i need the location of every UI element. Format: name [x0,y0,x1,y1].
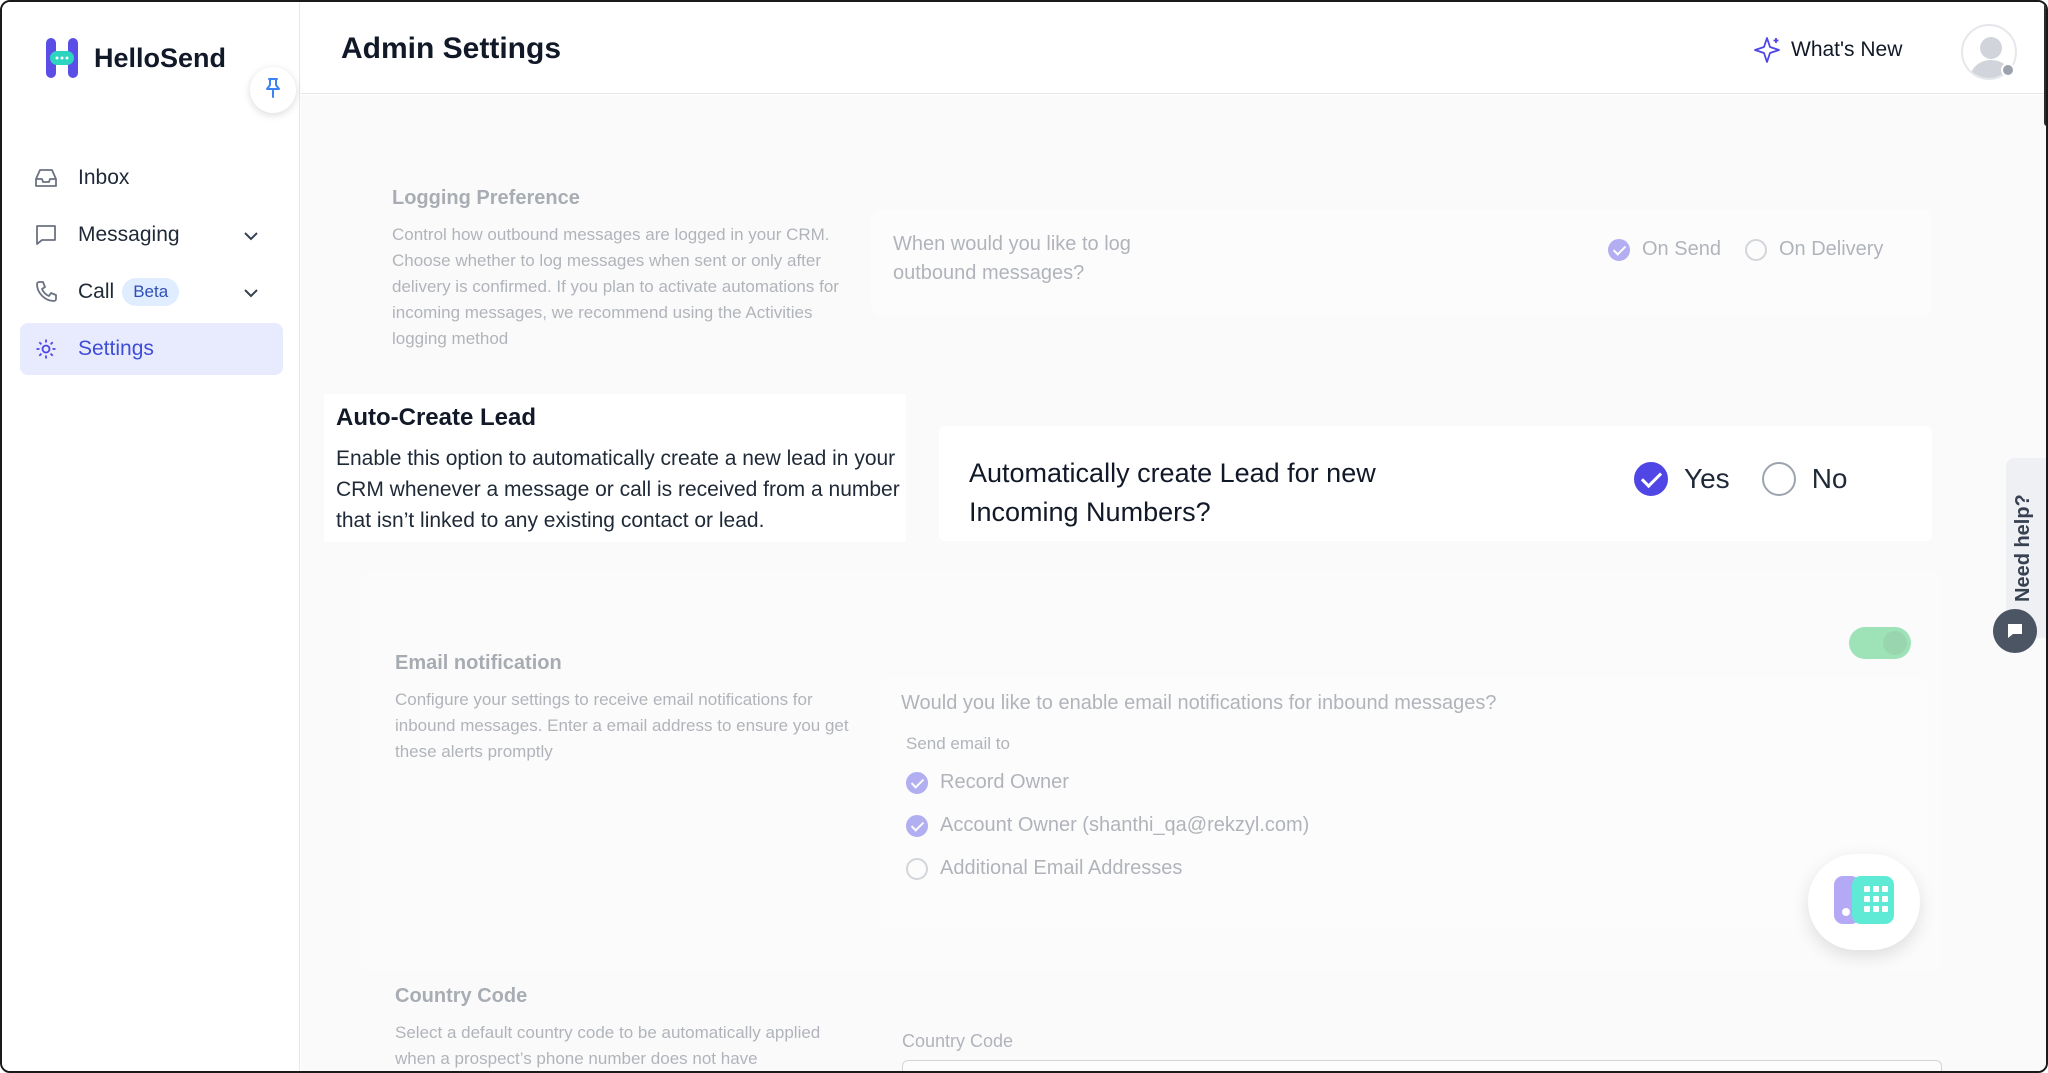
page-title: Admin Settings [341,32,562,65]
radio-label: On Send [1642,238,1721,260]
whats-new-label: What's New [1791,38,1903,61]
app-name: HelloSend [94,42,227,73]
whats-new-button[interactable]: What's New [1753,36,1902,64]
presence-status-dot [2001,63,2015,77]
auto-lead-card: Automatically create Lead for new Incomi… [939,426,1932,541]
recipient-record-owner[interactable]: Record Owner [906,771,1069,794]
sidebar: HelloSend Inbox Messaging Call Beta Sett… [2,2,300,1071]
app-window: HelloSend Inbox Messaging Call Beta Sett… [0,0,2048,1073]
inbox-icon [34,166,58,190]
sidebar-item-settings[interactable]: Settings [20,323,283,375]
send-to-label: Send email to [906,734,1010,753]
country-code-select[interactable] [902,1060,1942,1071]
on-delivery-radio[interactable]: On Delivery [1744,238,1884,261]
radio-unchecked-icon [1744,238,1767,261]
recipient-label: Additional Email Addresses [940,857,1183,879]
dialer-fab-button[interactable] [1808,854,1920,950]
yes-radio[interactable]: Yes [1634,462,1730,496]
radio-unchecked-icon [1761,462,1796,496]
recipient-label: Account Owner (shanthi_qa@rekzyl.com) [940,814,1310,836]
section-description: Enable this option to automatically crea… [336,447,900,532]
radio-label: No [1811,463,1848,494]
checkbox-unchecked-icon [906,857,928,880]
country-code-label: Country Code [902,1031,1014,1051]
section-description: Select a default country code to be auto… [395,1023,821,1068]
sidebar-item-label: Call [78,280,115,303]
sidebar-item-inbox[interactable]: Inbox [20,152,283,204]
settings-content: Logging Preference Control how outbound … [301,95,2046,1071]
section-description: Configure your settings to receive email… [395,690,849,761]
brand[interactable]: HelloSend [44,36,226,80]
chat-bubble-icon[interactable] [1993,609,2037,653]
auto-lead-question: Automatically create Lead for new Incomi… [969,458,1376,527]
recipient-label: Record Owner [940,771,1069,793]
sidebar-nav: Inbox Messaging Call Beta Settings [20,152,283,380]
chevron-down-icon[interactable] [243,223,259,247]
radio-checked-icon [1608,238,1630,261]
email-notification-toggle[interactable] [1849,627,1911,659]
logging-options: On Send On Delivery [1608,238,1883,261]
dialpad-icon [1832,874,1896,931]
message-icon [34,223,58,247]
need-help-label: Need help? [2012,494,2034,602]
section-title: Auto-Create Lead [336,404,537,431]
phone-icon [34,280,58,304]
recipient-account-owner[interactable]: Account Owner (shanthi_qa@rekzyl.com) [906,814,1309,837]
radio-checked-icon [1634,462,1668,496]
top-header: Admin Settings What's New [301,2,2046,94]
on-send-radio[interactable]: On Send [1608,238,1721,261]
hellosend-logo-icon [44,36,80,80]
pin-icon [263,77,283,104]
sidebar-item-messaging[interactable]: Messaging [20,209,283,261]
no-radio[interactable]: No [1761,462,1848,496]
logging-card: When would you like to log outbound mess… [871,210,1931,315]
sidebar-item-label: Inbox [78,166,130,189]
radio-label: Yes [1684,463,1730,494]
pin-sidebar-button[interactable] [250,67,296,113]
radio-label: On Delivery [1778,238,1884,260]
email-question: Would you like to enable email notificat… [901,692,1497,714]
sidebar-item-label: Messaging [78,223,180,246]
logging-question: When would you like to log outbound mess… [893,233,1131,284]
email-card: Would you like to enable email notificat… [879,678,1929,928]
sidebar-item-call[interactable]: Call Beta [20,266,283,318]
sidebar-item-label: Settings [78,337,154,360]
recipient-additional-emails[interactable]: Additional Email Addresses [906,857,1182,880]
scrollbar[interactable] [2044,2,2046,126]
gear-icon [34,337,58,361]
section-description: Control how outbound messages are logged… [392,225,839,348]
chevron-down-icon[interactable] [243,280,259,304]
sparkle-icon [1754,37,1780,63]
checkbox-checked-icon [906,814,928,837]
section-title: Country Code [395,985,528,1007]
auto-lead-info: Auto-Create Lead Enable this option to a… [324,394,906,542]
section-title: Email notification [395,652,562,674]
section-title: Logging Preference [392,187,580,209]
auto-lead-options: Yes No [1634,462,1847,496]
checkbox-checked-icon [906,771,928,794]
beta-badge: Beta [122,278,180,306]
